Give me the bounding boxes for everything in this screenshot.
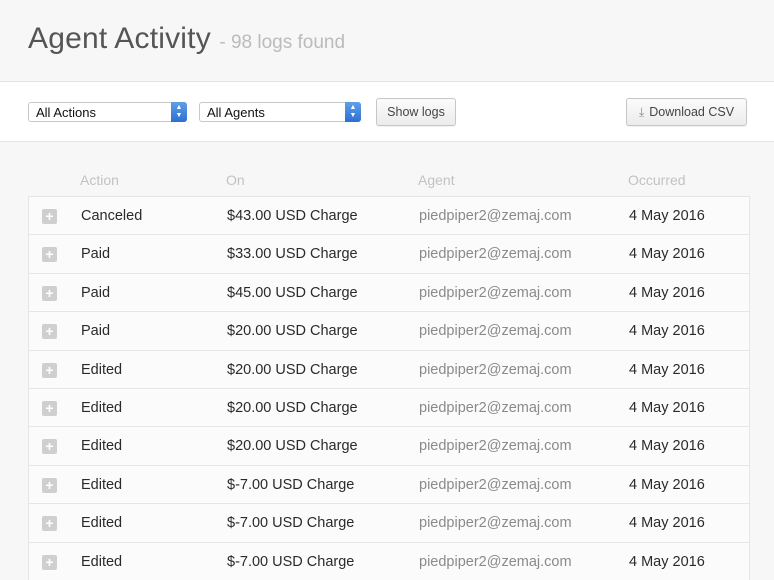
- expand-icon[interactable]: +: [42, 362, 57, 378]
- column-header-action: Action: [80, 172, 119, 188]
- row-occurred: 4 May 2016: [629, 438, 705, 455]
- table-row[interactable]: + Edited $20.00 USD Charge piedpiper2@zemaj…: [29, 351, 749, 389]
- table-row[interactable]: + Edited $-7.00 USD Charge piedpiper2@zemaj…: [29, 504, 749, 543]
- download-icon: ⤓: [638, 105, 645, 119]
- agent-filter-select[interactable]: All Agents ▲ ▼: [199, 102, 361, 122]
- column-header-occurred: Occurred: [628, 172, 686, 188]
- table-row[interactable]: + Edited $20.00 USD Charge piedpiper2@zemaj…: [29, 389, 749, 428]
- table-row[interactable]: + Edited $-7.00 USD Charge piedpiper2@zemaj…: [29, 466, 749, 505]
- row-agent: piedpiper2@zemaj.com: [419, 323, 572, 340]
- expand-icon[interactable]: +: [42, 285, 57, 301]
- log-count: - 98 logs found: [219, 32, 346, 53]
- row-on: $45.00 USD Charge: [227, 284, 358, 301]
- row-on: $20.00 USD Charge: [227, 323, 358, 340]
- table-header: Action On Agent Occurred: [0, 172, 774, 196]
- column-header-agent: Agent: [418, 172, 455, 188]
- table-row[interactable]: + Edited $-7.00 USD Charge piedpiper2@zemaj…: [29, 543, 749, 580]
- row-agent: piedpiper2@zemaj.com: [419, 515, 572, 532]
- agent-filter-value: All Agents: [207, 105, 265, 120]
- row-agent: piedpiper2@zemaj.com: [419, 438, 572, 455]
- table-row[interactable]: + Paid $20.00 USD Charge piedpiper2@zemaj.c…: [29, 312, 749, 351]
- row-on: $20.00 USD Charge: [227, 361, 358, 378]
- row-on: $20.00 USD Charge: [227, 438, 358, 455]
- expand-icon[interactable]: +: [42, 209, 57, 224]
- row-agent: piedpiper2@zemaj.com: [419, 399, 572, 416]
- row-occurred: 4 May 2016: [629, 361, 705, 378]
- expand-icon[interactable]: +: [42, 516, 57, 532]
- expand-icon[interactable]: +: [42, 247, 57, 263]
- row-on: $20.00 USD Charge: [227, 399, 358, 416]
- row-action: Edited: [81, 361, 123, 378]
- select-arrows-icon: ▲ ▼: [171, 102, 187, 122]
- table-row[interactable]: + Edited $20.00 USD Charge piedpiper2@zemaj…: [29, 427, 749, 466]
- row-occurred: 4 May 2016: [629, 553, 705, 570]
- action-filter-value: All Actions: [36, 105, 96, 120]
- row-agent: piedpiper2@zemaj.com: [419, 361, 572, 378]
- log-table: + Canceled $43.00 USD Charge piedpiper2@zem…: [28, 196, 750, 580]
- table-row[interactable]: + Paid $45.00 USD Charge piedpiper2@zemaj.c…: [29, 274, 749, 313]
- expand-icon[interactable]: +: [42, 439, 57, 455]
- row-occurred: 4 May 2016: [629, 246, 705, 263]
- filter-toolbar: All Actions ▲ ▼ All Agents ▲ ▼ Show logs ⤓…: [0, 82, 774, 142]
- row-on: $-7.00 USD Charge: [227, 553, 355, 570]
- expand-icon[interactable]: +: [42, 477, 57, 493]
- expand-icon[interactable]: +: [42, 324, 57, 340]
- row-action: Edited: [81, 438, 123, 455]
- row-action: Edited: [81, 399, 123, 416]
- row-agent: piedpiper2@zemaj.com: [419, 476, 572, 493]
- table-row[interactable]: + Paid $33.00 USD Charge piedpiper2@zemaj.c…: [29, 235, 749, 274]
- row-action: Paid: [81, 246, 111, 263]
- download-csv-label: Download CSV: [649, 105, 735, 119]
- action-filter-select[interactable]: All Actions ▲ ▼: [28, 102, 187, 122]
- expand-icon[interactable]: +: [42, 554, 57, 570]
- row-occurred: 4 May 2016: [629, 323, 705, 340]
- row-on: $43.00 USD Charge: [227, 208, 358, 224]
- activity-log: Action On Agent Occurred + Canceled $43.00…: [0, 142, 774, 580]
- row-agent: piedpiper2@zemaj.com: [419, 553, 572, 570]
- row-agent: piedpiper2@zemaj.com: [419, 284, 572, 301]
- row-agent: piedpiper2@zemaj.com: [419, 246, 572, 263]
- row-occurred: 4 May 2016: [629, 515, 705, 532]
- expand-icon[interactable]: +: [42, 400, 57, 416]
- show-logs-button[interactable]: Show logs: [376, 98, 456, 126]
- row-action: Edited: [81, 553, 123, 570]
- row-action: Paid: [81, 284, 111, 301]
- row-action: Edited: [81, 476, 123, 493]
- page-header: Agent Activity - 98 logs found: [0, 0, 774, 82]
- select-arrows-icon: ▲ ▼: [345, 102, 361, 122]
- row-action: Paid: [81, 323, 111, 340]
- row-on: $-7.00 USD Charge: [227, 476, 355, 493]
- page-title: Agent Activity: [28, 22, 211, 55]
- row-action: Canceled: [81, 208, 143, 224]
- download-csv-button[interactable]: ⤓ Download CSV: [626, 98, 747, 126]
- table-row[interactable]: + Canceled $43.00 USD Charge piedpiper2@zem…: [29, 197, 749, 236]
- row-action: Edited: [81, 515, 123, 532]
- row-occurred: 4 May 2016: [629, 284, 705, 301]
- row-occurred: 4 May 2016: [629, 476, 705, 493]
- row-on: $-7.00 USD Charge: [227, 515, 355, 532]
- column-header-on: On: [226, 172, 245, 188]
- row-occurred: 4 May 2016: [629, 208, 705, 224]
- row-on: $33.00 USD Charge: [227, 246, 358, 263]
- row-occurred: 4 May 2016: [629, 399, 705, 416]
- row-agent: piedpiper2@zemaj.com: [419, 208, 572, 224]
